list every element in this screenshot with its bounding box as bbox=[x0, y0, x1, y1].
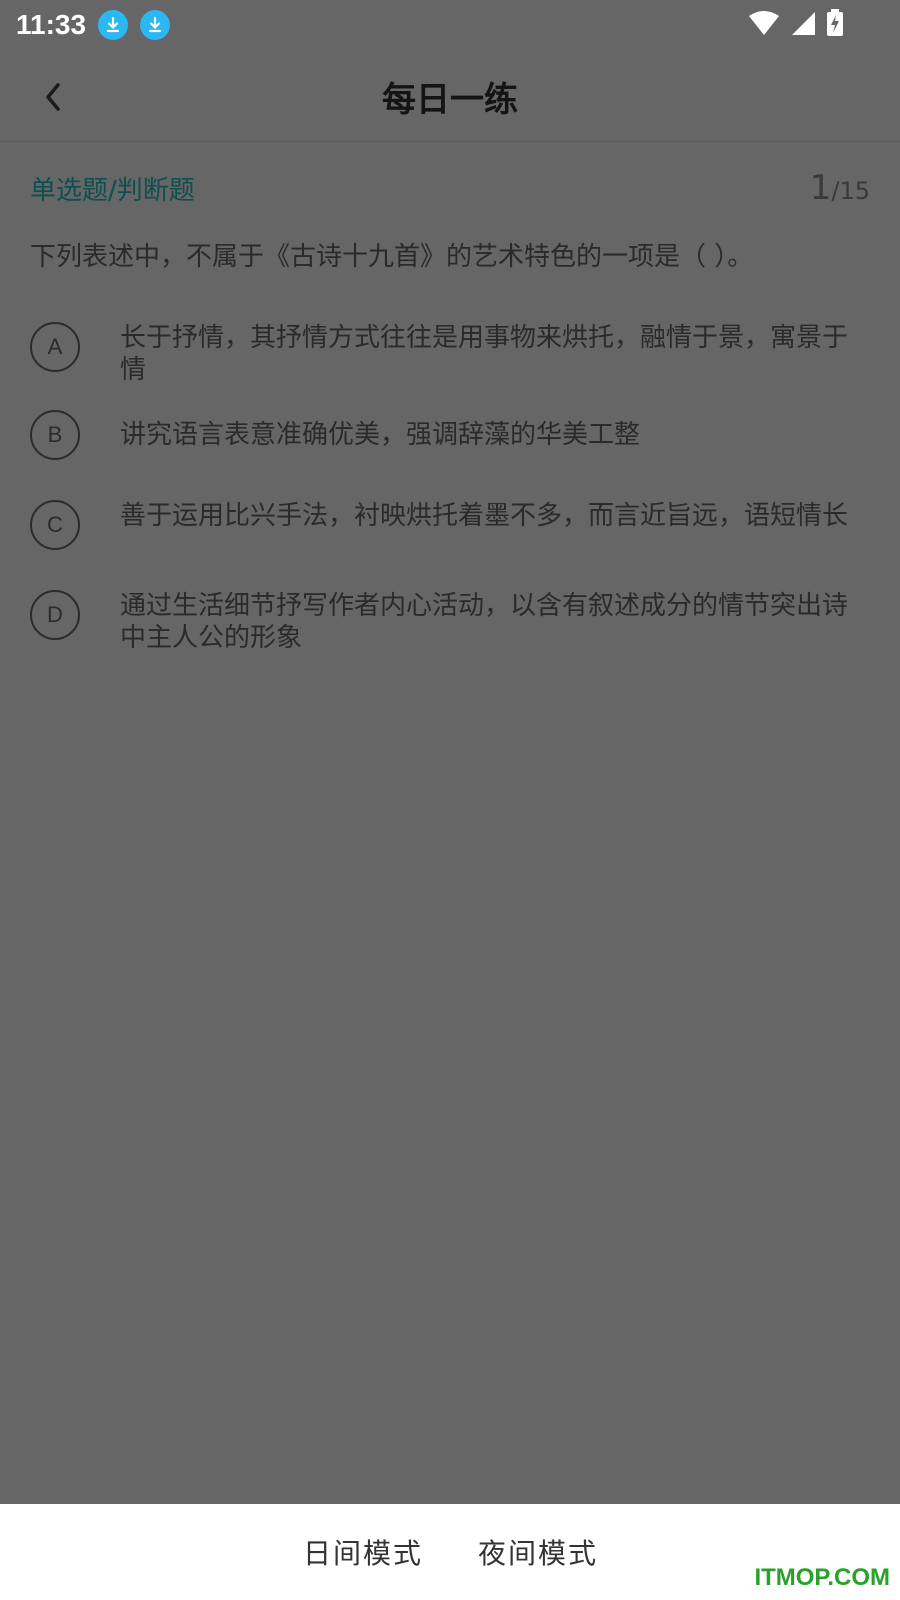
wifi-icon bbox=[748, 10, 780, 40]
display-mode-sheet: 日间模式 夜间模式 ITMOP.COM bbox=[0, 1504, 900, 1600]
night-mode-button[interactable]: 夜间模式 bbox=[478, 1532, 598, 1572]
option-text: 通过生活细节抒写作者内心活动，以含有叙述成分的情节突出诗中主人公的形象 bbox=[120, 591, 849, 653]
total-questions: /15 bbox=[831, 177, 870, 205]
app-header: 每日一练 bbox=[0, 50, 900, 142]
download-icon bbox=[140, 10, 171, 40]
question-type-label: 单选题/判断题 bbox=[30, 176, 195, 206]
option-text: 讲究语言表意准确优美，强调辞藻的华美工整 bbox=[120, 420, 641, 450]
watermark: ITMOP.COM bbox=[754, 1564, 890, 1591]
option-letter: C bbox=[30, 500, 80, 550]
day-mode-button[interactable]: 日间模式 bbox=[303, 1532, 423, 1572]
status-icons bbox=[748, 9, 844, 41]
option-text: 善于运用比兴手法，衬映烘托着墨不多，而言近旨远，语短情长 bbox=[120, 501, 849, 531]
status-time: 11:33 bbox=[16, 9, 87, 40]
option-c[interactable]: C 善于运用比兴手法，衬映烘托着墨不多，而言近旨远，语短情长 bbox=[30, 500, 870, 550]
current-question-number: 1 bbox=[809, 168, 832, 208]
download-icon bbox=[98, 10, 129, 40]
option-letter: A bbox=[30, 322, 80, 372]
status-bar: 11:33 bbox=[0, 0, 900, 50]
option-a[interactable]: A 长于抒情，其抒情方式往往是用事物来烘托，融情于景，寓景于情 bbox=[30, 322, 870, 386]
option-d[interactable]: D 通过生活细节抒写作者内心活动，以含有叙述成分的情节突出诗中主人公的形象 bbox=[30, 590, 870, 654]
option-letter: D bbox=[30, 590, 80, 640]
question-text: 下列表述中，不属于《古诗十九首》的艺术特色的一项是（ ）。 bbox=[30, 242, 754, 272]
signal-icon bbox=[790, 10, 816, 40]
option-text: 长于抒情，其抒情方式往往是用事物来烘托，融情于景，寓景于情 bbox=[120, 323, 849, 385]
battery-charging-icon bbox=[826, 9, 844, 41]
option-b[interactable]: B 讲究语言表意准确优美，强调辞藻的华美工整 bbox=[30, 410, 870, 460]
question-counter: 1/15 bbox=[810, 168, 870, 208]
page-title: 每日一练 bbox=[382, 80, 518, 120]
option-letter: B bbox=[30, 410, 80, 460]
